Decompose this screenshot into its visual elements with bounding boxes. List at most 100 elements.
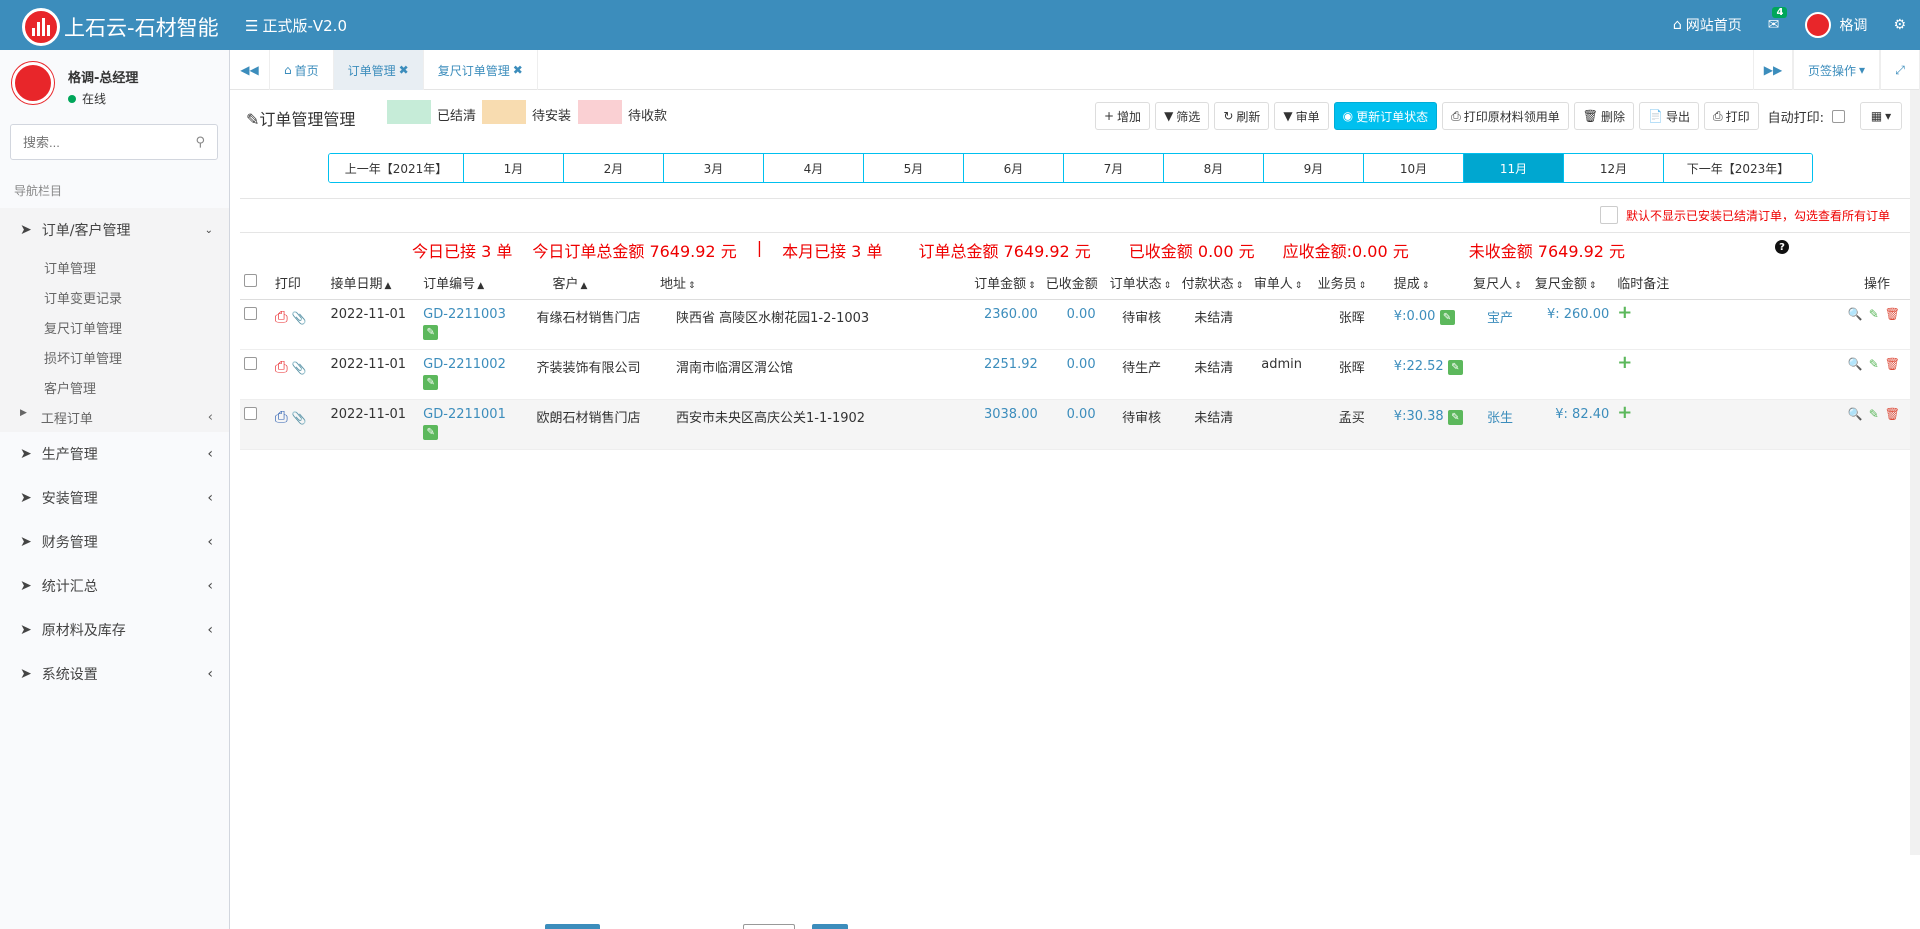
- columns-dropdown-button[interactable]: ▦ ▾: [1860, 102, 1902, 130]
- view-icon[interactable]: 🔍: [1848, 407, 1863, 421]
- printer-icon[interactable]: ⎙: [275, 307, 288, 326]
- version-toggle[interactable]: ☰ 正式版-V2.0: [245, 15, 347, 36]
- tab-home[interactable]: ⌂ 首页: [270, 50, 334, 90]
- show-all-checkbox[interactable]: [1599, 206, 1618, 224]
- month-button[interactable]: 10月: [1364, 154, 1464, 182]
- cell-measurer[interactable]: [1469, 349, 1531, 400]
- website-home-link[interactable]: ⌂ 网站首页: [1673, 15, 1742, 35]
- month-button[interactable]: 12月: [1564, 154, 1664, 182]
- print-material-button[interactable]: ⎙ 打印原材料领用单: [1442, 102, 1569, 130]
- view-icon[interactable]: 🔍: [1848, 357, 1863, 371]
- search-icon[interactable]: ⚲: [195, 135, 205, 150]
- add-note-icon[interactable]: +: [1617, 352, 1632, 373]
- view-icon[interactable]: 🔍: [1848, 307, 1863, 321]
- edit-icon[interactable]: ✎: [1869, 407, 1879, 421]
- update-order-status-button[interactable]: ◉ 更新订单状态: [1333, 102, 1438, 130]
- pager-go-button[interactable]: [812, 924, 848, 929]
- sidebar-item-installation[interactable]: ➤ 安装管理 ‹: [0, 476, 229, 520]
- pencil-icon[interactable]: ✎: [423, 374, 439, 390]
- col-order-no[interactable]: 订单编号 ▲: [419, 267, 533, 300]
- tab-order-mgmt[interactable]: 订单管理 ✖: [333, 50, 424, 90]
- month-button[interactable]: 4月: [764, 154, 864, 182]
- order-no-link[interactable]: GD-2211001: [423, 407, 528, 422]
- sidebar-item-statistics[interactable]: ➤ 统计汇总 ‹: [0, 564, 229, 608]
- col-measure-amount[interactable]: 复尺金额 ⇕: [1530, 267, 1614, 300]
- paperclip-icon[interactable]: 📎: [292, 311, 307, 325]
- pencil-icon[interactable]: ✎: [423, 324, 439, 340]
- col-customer[interactable]: 客户 ▲: [532, 267, 657, 300]
- pencil-icon[interactable]: ✎: [1439, 309, 1455, 325]
- col-pay-status[interactable]: 付款状态 ⇕: [1177, 267, 1250, 300]
- trash-icon[interactable]: 🗑: [1885, 357, 1900, 371]
- printer-icon[interactable]: ⎙: [275, 407, 288, 426]
- col-date[interactable]: 接单日期 ▲: [326, 267, 420, 300]
- row-checkbox[interactable]: [244, 356, 257, 370]
- close-icon[interactable]: ✖: [513, 63, 523, 77]
- sidebar-item-orders-customers[interactable]: ➤ 订单/客户管理 ⌄: [0, 208, 229, 252]
- col-status[interactable]: 订单状态 ⇕: [1105, 267, 1178, 300]
- app-logo[interactable]: 上石云-石材智能: [22, 8, 219, 46]
- pencil-icon[interactable]: ✎: [1447, 359, 1463, 375]
- month-button[interactable]: 2月: [564, 154, 664, 182]
- cell-amount[interactable]: 3038.00: [970, 399, 1042, 450]
- col-sales[interactable]: 业务员 ⇕: [1313, 267, 1390, 300]
- sidebar-subitem-remeasure[interactable]: 复尺订单管理: [0, 312, 229, 342]
- review-button[interactable]: ▼ 审单: [1274, 102, 1329, 130]
- tabs-scroll-left-button[interactable]: ◀◀: [230, 50, 270, 90]
- close-icon[interactable]: ✖: [399, 63, 409, 77]
- month-button[interactable]: 8月: [1164, 154, 1264, 182]
- pencil-icon[interactable]: ✎: [423, 424, 439, 440]
- sidebar-subitem-project-orders[interactable]: ▶ 工程订单 ‹: [0, 402, 229, 432]
- tab-remeasure[interactable]: 复尺订单管理 ✖: [424, 50, 538, 90]
- sidebar-item-materials[interactable]: ➤ 原材料及库存 ‹: [0, 608, 229, 652]
- pager-input[interactable]: [743, 924, 795, 929]
- month-button[interactable]: 7月: [1064, 154, 1164, 182]
- cell-amount[interactable]: 2251.92: [970, 349, 1042, 400]
- paperclip-icon[interactable]: 📎: [292, 361, 307, 375]
- pager-button[interactable]: [545, 924, 600, 929]
- pencil-icon[interactable]: ✎: [1447, 409, 1463, 425]
- user-menu[interactable]: 格调: [1805, 12, 1867, 38]
- trash-icon[interactable]: 🗑: [1885, 407, 1900, 421]
- add-note-icon[interactable]: +: [1617, 302, 1632, 323]
- sidebar-subitem-order-changes[interactable]: 订单变更记录: [0, 282, 229, 312]
- order-no-link[interactable]: GD-2211003: [423, 307, 528, 322]
- auto-print-checkbox[interactable]: [1832, 109, 1845, 123]
- order-no-link[interactable]: GD-2211002: [423, 357, 528, 372]
- trash-icon[interactable]: 🗑: [1885, 307, 1900, 321]
- row-checkbox[interactable]: [244, 306, 257, 320]
- filter-button[interactable]: ▼ 筛选: [1155, 102, 1210, 130]
- vertical-scrollbar[interactable]: [1910, 90, 1920, 855]
- sidebar-subitem-order-mgmt[interactable]: 订单管理: [0, 252, 229, 282]
- export-button[interactable]: 📄 导出: [1639, 102, 1699, 130]
- month-button[interactable]: 9月: [1264, 154, 1364, 182]
- edit-icon[interactable]: ✎: [1869, 357, 1879, 371]
- refresh-button[interactable]: ↻ 刷新: [1214, 102, 1270, 130]
- month-button[interactable]: 1月: [464, 154, 564, 182]
- row-checkbox[interactable]: [244, 406, 257, 420]
- month-button[interactable]: 6月: [964, 154, 1064, 182]
- tabs-scroll-right-button[interactable]: ▶▶: [1752, 50, 1793, 90]
- col-commission[interactable]: 提成 ⇕: [1389, 267, 1470, 300]
- help-icon[interactable]: ?: [1775, 240, 1789, 254]
- next-year-button[interactable]: 下一年【2023年】: [1664, 154, 1812, 182]
- tab-operations-dropdown[interactable]: 页签操作 ▾: [1792, 50, 1880, 90]
- sidebar-item-finance[interactable]: ➤ 财务管理 ‹: [0, 520, 229, 564]
- sidebar-item-production[interactable]: ➤ 生产管理 ‹: [0, 432, 229, 476]
- prev-year-button[interactable]: 上一年【2021年】: [329, 154, 464, 182]
- sidebar-subitem-damaged[interactable]: 损坏订单管理: [0, 342, 229, 372]
- month-button[interactable]: 3月: [664, 154, 764, 182]
- paperclip-icon[interactable]: 📎: [292, 411, 307, 425]
- search-input[interactable]: [23, 134, 173, 150]
- add-button[interactable]: + 增加: [1094, 102, 1151, 130]
- add-note-icon[interactable]: +: [1617, 402, 1632, 423]
- cell-measurer[interactable]: 张生: [1469, 399, 1531, 450]
- select-all-checkbox[interactable]: [244, 274, 257, 288]
- col-reviewer[interactable]: 审单人 ⇕: [1249, 267, 1314, 300]
- col-measurer[interactable]: 复尺人 ⇕: [1469, 267, 1531, 300]
- col-address[interactable]: 地址 ⇕: [656, 267, 971, 300]
- settings-gears-icon[interactable]: ⚙: [1893, 17, 1906, 33]
- edit-icon[interactable]: ✎: [1869, 307, 1879, 321]
- sidebar-item-system[interactable]: ➤ 系统设置 ‹: [0, 652, 229, 696]
- sidebar-subitem-customers[interactable]: 客户管理: [0, 372, 229, 402]
